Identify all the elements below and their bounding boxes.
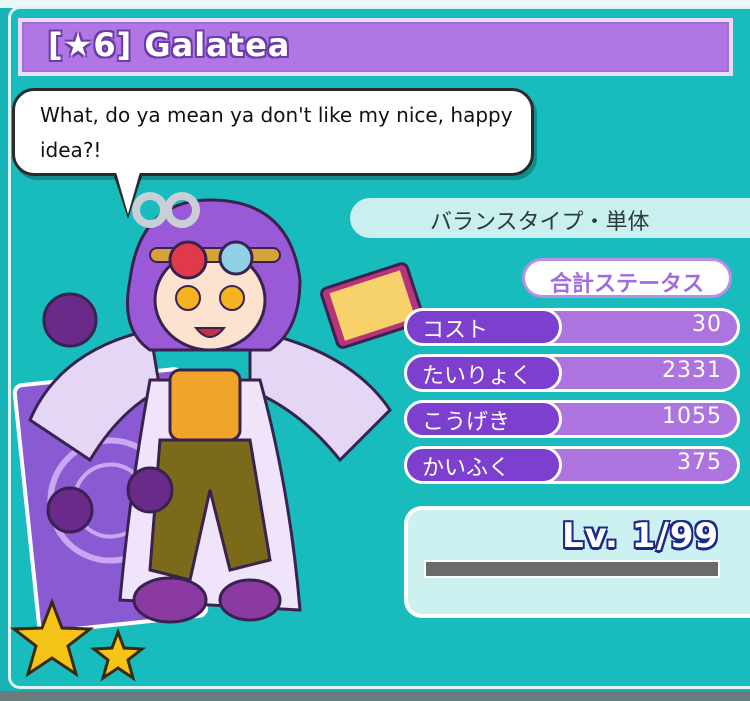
rarity-stars: [10, 598, 147, 682]
speech-bubble-tail: [116, 172, 140, 214]
stat-row-hp: たいりょく 2331: [404, 354, 740, 392]
exp-bar: [424, 560, 720, 578]
card-title: [★6] Galatea: [48, 26, 291, 64]
status-header: 合計ステータス: [522, 258, 732, 298]
stat-value: 30: [692, 312, 722, 337]
stat-row-cost: コスト 30: [404, 308, 740, 346]
star-icon: [10, 598, 95, 678]
level-label: Lv. 1/99: [562, 516, 720, 556]
stat-label: コスト: [422, 318, 489, 343]
status-header-label: 合計ステータス: [549, 272, 704, 297]
type-label: バランスタイプ・単体: [430, 210, 650, 235]
stat-label: こうげき: [422, 410, 511, 435]
stat-label: たいりょく: [422, 364, 533, 389]
stat-value: 1055: [662, 404, 722, 429]
stat-row-attack: こうげき 1055: [404, 400, 740, 438]
stat-value: 375: [677, 450, 722, 475]
stat-row-recovery: かいふく 375: [404, 446, 740, 484]
bottom-frame: [0, 691, 750, 701]
star-icon: [89, 627, 147, 682]
stat-label: かいふく: [422, 456, 511, 481]
character-quote: What, do ya mean ya don't like my nice, …: [40, 103, 513, 162]
stat-value: 2331: [662, 358, 722, 383]
